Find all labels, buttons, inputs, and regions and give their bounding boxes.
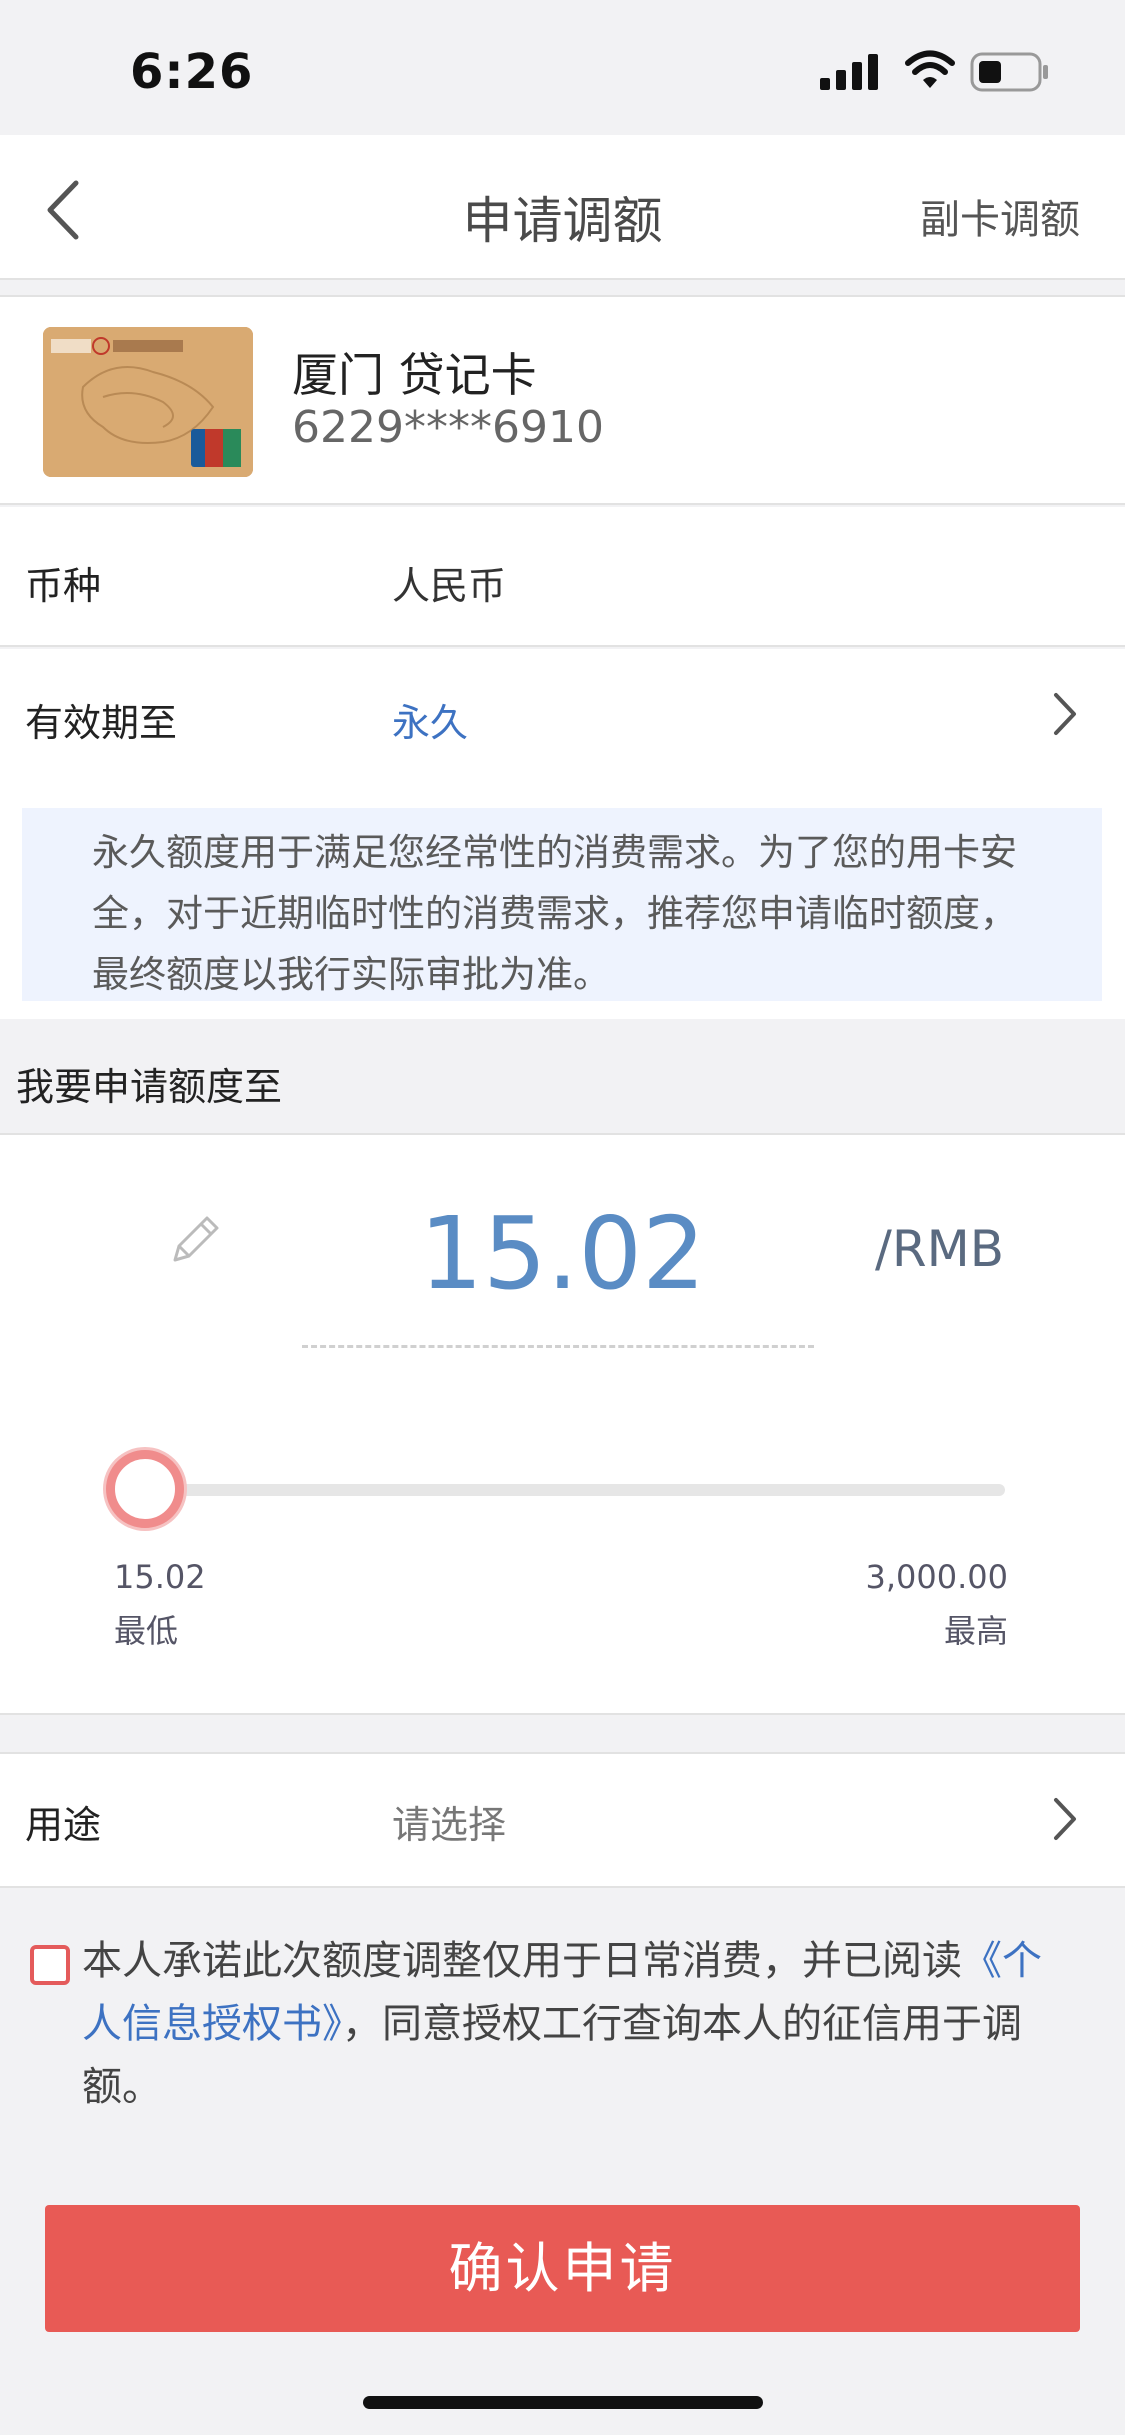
slider-track[interactable] (145, 1484, 1005, 1496)
status-time: 6:26 (130, 44, 254, 100)
agreement-text: 本人承诺此次额度调整仅用于日常消费，并已阅读《个人信息授权书》，同意授权工行查询… (82, 1930, 1062, 2119)
chevron-right-icon (1054, 1798, 1076, 1840)
currency-value: 人民币 (392, 564, 507, 608)
expiry-row[interactable]: 有效期至 永久 (0, 649, 1125, 799)
amount-panel: 15.02 /RMB 15.02 最低 3,000.00 最高 (0, 1133, 1125, 1715)
chevron-right-icon (1054, 693, 1076, 735)
slider-max-label: 最高 (943, 1612, 1008, 1650)
amount-underline (302, 1345, 814, 1348)
signal-icon (820, 54, 878, 90)
agreement-prefix: 本人承诺此次额度调整仅用于日常消费，并已阅读 (82, 1938, 962, 1984)
credit-card-image (43, 327, 253, 477)
card-number: 6229****6910 (292, 402, 604, 453)
notice-text: 永久额度用于满足您经常性的消费需求。为了您的用卡安全，对于近期临时性的消费需求，… (92, 831, 1017, 996)
secondary-card-adjust-link[interactable]: 副卡调额 (920, 187, 1080, 245)
section-title: 我要申请额度至 (16, 1065, 283, 1109)
purpose-row[interactable]: 用途 请选择 (0, 1752, 1125, 1888)
home-indicator (363, 2396, 763, 2409)
status-bar: 6:26 (0, 0, 1125, 135)
battery-icon (970, 52, 1048, 92)
slider-max-value: 3,000.00 (865, 1558, 1009, 1596)
agreement-checkbox[interactable] (30, 1945, 70, 1985)
slider-thumb[interactable] (106, 1450, 184, 1528)
wifi-icon (905, 50, 955, 88)
slider-min-label: 最低 (114, 1612, 179, 1650)
card-info-row: 厦门 贷记卡 6229****6910 (0, 295, 1125, 505)
confirm-button[interactable]: 确认申请 (45, 2205, 1080, 2332)
card-name: 厦门 贷记卡 (292, 348, 537, 402)
expiry-label: 有效期至 (25, 701, 178, 745)
navigation-bar: 申请调额 副卡调额 (0, 135, 1125, 280)
expiry-value: 永久 (392, 701, 469, 745)
amount-unit: /RMB (875, 1220, 1005, 1278)
slider-min-value: 15.02 (114, 1558, 206, 1596)
purpose-label: 用途 (25, 1803, 102, 1847)
purpose-select[interactable]: 请选择 (392, 1794, 506, 1849)
notice-box: 永久额度用于满足您经常性的消费需求。为了您的用卡安全，对于近期临时性的消费需求，… (22, 808, 1102, 1001)
currency-label: 币种 (25, 564, 102, 608)
currency-row: 币种 人民币 (0, 507, 1125, 647)
